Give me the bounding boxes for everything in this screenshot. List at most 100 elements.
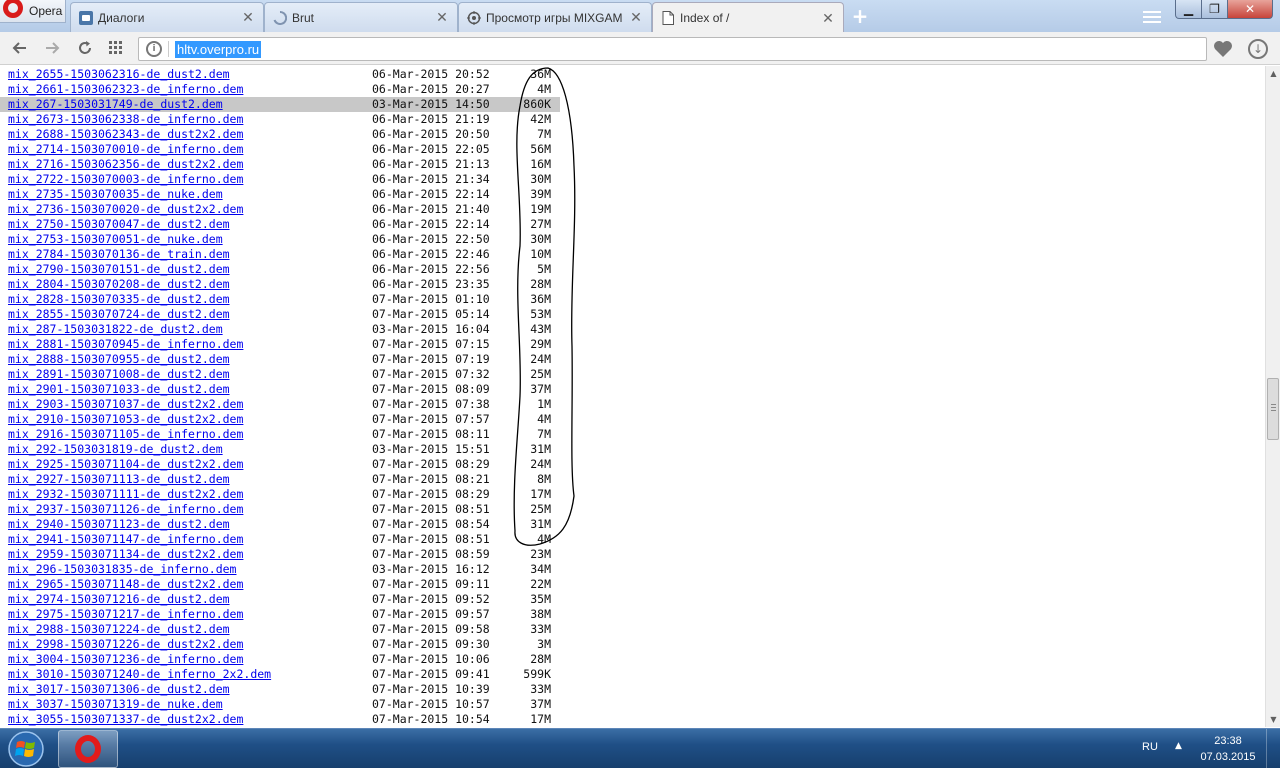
windows-start-button[interactable]	[4, 730, 48, 768]
table-row: mix_2661-1503062323-de_inferno.dem 06-Mar…	[0, 82, 560, 97]
new-tab-plus-icon[interactable]: +	[850, 6, 870, 26]
close-icon[interactable]: ✕	[629, 9, 643, 26]
tab-index-of[interactable]: Index of / ✕	[652, 2, 844, 33]
file-link[interactable]: mix_2716-1503062356-de_dust2x2.dem	[8, 157, 243, 172]
table-row: mix_3010-1503071240-de_inferno_2x2.dem 07…	[0, 667, 560, 682]
file-link[interactable]: mix_2828-1503070335-de_dust2.dem	[8, 292, 230, 307]
file-link[interactable]: mix_2735-1503070035-de_nuke.dem	[8, 187, 223, 202]
file-link[interactable]: mix_2910-1503071053-de_dust2x2.dem	[8, 412, 243, 427]
file-size: 24M	[530, 457, 551, 471]
file-date: 07-Mar-2015 09:41	[372, 667, 490, 681]
url-text[interactable]: hltv.overpro.ru	[175, 41, 262, 58]
file-link[interactable]: mix_2661-1503062323-de_inferno.dem	[8, 82, 243, 97]
file-date: 07-Mar-2015 07:15	[372, 337, 490, 351]
tab-title: Просмотр игры MIXGAM	[486, 10, 623, 25]
file-link[interactable]: mix_2891-1503071008-de_dust2.dem	[8, 367, 230, 382]
file-link[interactable]: mix_2903-1503071037-de_dust2x2.dem	[8, 397, 243, 412]
site-info-icon[interactable]: i	[146, 41, 162, 57]
file-size: 30M	[530, 232, 551, 246]
file-date: 07-Mar-2015 08:51	[372, 502, 490, 516]
file-link[interactable]: mix_2750-1503070047-de_dust2.dem	[8, 217, 230, 232]
tab-title: Brut	[292, 10, 315, 25]
maximize-button[interactable]: ❐	[1201, 0, 1228, 19]
address-bar[interactable]: i hltv.overpro.ru	[138, 37, 1207, 61]
scroll-thumb[interactable]	[1267, 378, 1279, 440]
close-window-button[interactable]: ✕	[1227, 0, 1273, 19]
file-date: 07-Mar-2015 08:54	[372, 517, 490, 531]
opera-menu-button[interactable]: Opera	[0, 0, 66, 23]
file-link[interactable]: mix_2855-1503070724-de_dust2.dem	[8, 307, 230, 322]
file-date: 06-Mar-2015 22:14	[372, 217, 490, 231]
file-size: 5M	[537, 262, 551, 276]
file-link[interactable]: mix_2932-1503071111-de_dust2x2.dem	[8, 487, 243, 502]
file-link[interactable]: mix_2974-1503071216-de_dust2.dem	[8, 592, 230, 607]
file-link[interactable]: mix_3017-1503071306-de_dust2.dem	[8, 682, 230, 697]
forward-arrow-icon[interactable]	[42, 39, 62, 59]
file-link[interactable]: mix_2804-1503070208-de_dust2.dem	[8, 277, 230, 292]
file-link[interactable]: mix_292-1503031819-de_dust2.dem	[8, 442, 223, 457]
file-link[interactable]: mix_2927-1503071113-de_dust2.dem	[8, 472, 230, 487]
reload-icon[interactable]	[75, 39, 95, 59]
file-link[interactable]: mix_2753-1503070051-de_nuke.dem	[8, 232, 223, 247]
vertical-scrollbar[interactable]: ▲ ▼	[1265, 66, 1280, 727]
file-link[interactable]: mix_2940-1503071123-de_dust2.dem	[8, 517, 230, 532]
file-link[interactable]: mix_2736-1503070020-de_dust2x2.dem	[8, 202, 243, 217]
tab-strip: Opera Диалоги ✕ Brut ✕ Просмотр игры MIX…	[0, 0, 1280, 33]
speed-dial-grid-icon[interactable]	[106, 39, 126, 59]
tab-brut[interactable]: Brut ✕	[264, 2, 458, 32]
scroll-down-arrow-icon[interactable]: ▼	[1266, 712, 1280, 727]
file-link[interactable]: mix_2937-1503071126-de_inferno.dem	[8, 502, 243, 517]
close-icon[interactable]: ✕	[821, 10, 835, 27]
file-link[interactable]: mix_2959-1503071134-de_dust2x2.dem	[8, 547, 243, 562]
file-link[interactable]: mix_2975-1503071217-de_inferno.dem	[8, 607, 243, 622]
file-link[interactable]: mix_2998-1503071226-de_dust2x2.dem	[8, 637, 243, 652]
table-row: mix_3037-1503071319-de_nuke.dem 07-Mar-20…	[0, 697, 560, 712]
tab-mixgame[interactable]: Просмотр игры MIXGAM ✕	[458, 2, 652, 32]
file-link[interactable]: mix_2901-1503071033-de_dust2.dem	[8, 382, 230, 397]
file-link[interactable]: mix_3055-1503071337-de_dust2x2.dem	[8, 712, 243, 727]
close-icon[interactable]: ✕	[435, 9, 449, 26]
file-link[interactable]: mix_2925-1503071104-de_dust2x2.dem	[8, 457, 243, 472]
language-indicator[interactable]: RU	[1142, 741, 1158, 753]
file-link[interactable]: mix_2881-1503070945-de_inferno.dem	[8, 337, 243, 352]
file-size: 25M	[530, 367, 551, 381]
file-date: 07-Mar-2015 07:19	[372, 352, 490, 366]
file-link[interactable]: mix_296-1503031835-de_inferno.dem	[8, 562, 236, 577]
tab-dialogs[interactable]: Диалоги ✕	[70, 2, 264, 32]
file-link[interactable]: mix_3010-1503071240-de_inferno_2x2.dem	[8, 667, 271, 682]
download-arrow-icon[interactable]: ↓	[1248, 39, 1268, 59]
file-link[interactable]: mix_2988-1503071224-de_dust2.dem	[8, 622, 230, 637]
tray-expand-arrow-icon[interactable]: ▲	[1175, 741, 1182, 751]
taskbar-opera-button[interactable]	[58, 730, 118, 768]
tab-menu-icon[interactable]	[1143, 8, 1161, 24]
table-row: mix_292-1503031819-de_dust2.dem 03-Mar-20…	[0, 442, 560, 457]
file-link[interactable]: mix_3004-1503071236-de_inferno.dem	[8, 652, 243, 667]
bookmark-heart-icon[interactable]	[1212, 39, 1234, 59]
file-link[interactable]: mix_267-1503031749-de_dust2.dem	[8, 97, 223, 112]
file-link[interactable]: mix_287-1503031822-de_dust2.dem	[8, 322, 223, 337]
back-arrow-icon[interactable]	[10, 39, 30, 59]
file-link[interactable]: mix_2722-1503070003-de_inferno.dem	[8, 172, 243, 187]
file-date: 07-Mar-2015 07:57	[372, 412, 490, 426]
file-link[interactable]: mix_2941-1503071147-de_inferno.dem	[8, 532, 243, 547]
file-size: 7M	[537, 427, 551, 441]
close-icon[interactable]: ✕	[241, 9, 255, 26]
scroll-up-arrow-icon[interactable]: ▲	[1266, 66, 1280, 81]
file-link[interactable]: mix_2655-1503062316-de_dust2.dem	[8, 67, 230, 82]
page-content: mix_2655-1503062316-de_dust2.dem 06-Mar-2…	[0, 66, 1265, 727]
file-link[interactable]: mix_2888-1503070955-de_dust2.dem	[8, 352, 230, 367]
file-link[interactable]: mix_2688-1503062343-de_dust2x2.dem	[8, 127, 243, 142]
show-desktop-button[interactable]	[1266, 729, 1280, 768]
file-size: 1M	[537, 397, 551, 411]
file-link[interactable]: mix_3037-1503071319-de_nuke.dem	[8, 697, 223, 712]
file-link[interactable]: mix_2790-1503070151-de_dust2.dem	[8, 262, 230, 277]
file-size: 19M	[530, 202, 551, 216]
file-link[interactable]: mix_2714-1503070010-de_inferno.dem	[8, 142, 243, 157]
file-link[interactable]: mix_2916-1503071105-de_inferno.dem	[8, 427, 243, 442]
file-size: 4M	[537, 532, 551, 546]
minimize-button[interactable]: ▁	[1175, 0, 1202, 19]
file-link[interactable]: mix_2965-1503071148-de_dust2x2.dem	[8, 577, 243, 592]
file-link[interactable]: mix_2784-1503070136-de_train.dem	[8, 247, 230, 262]
file-link[interactable]: mix_2673-1503062338-de_inferno.dem	[8, 112, 243, 127]
system-clock[interactable]: 23:38 07.03.2015	[1198, 733, 1258, 765]
